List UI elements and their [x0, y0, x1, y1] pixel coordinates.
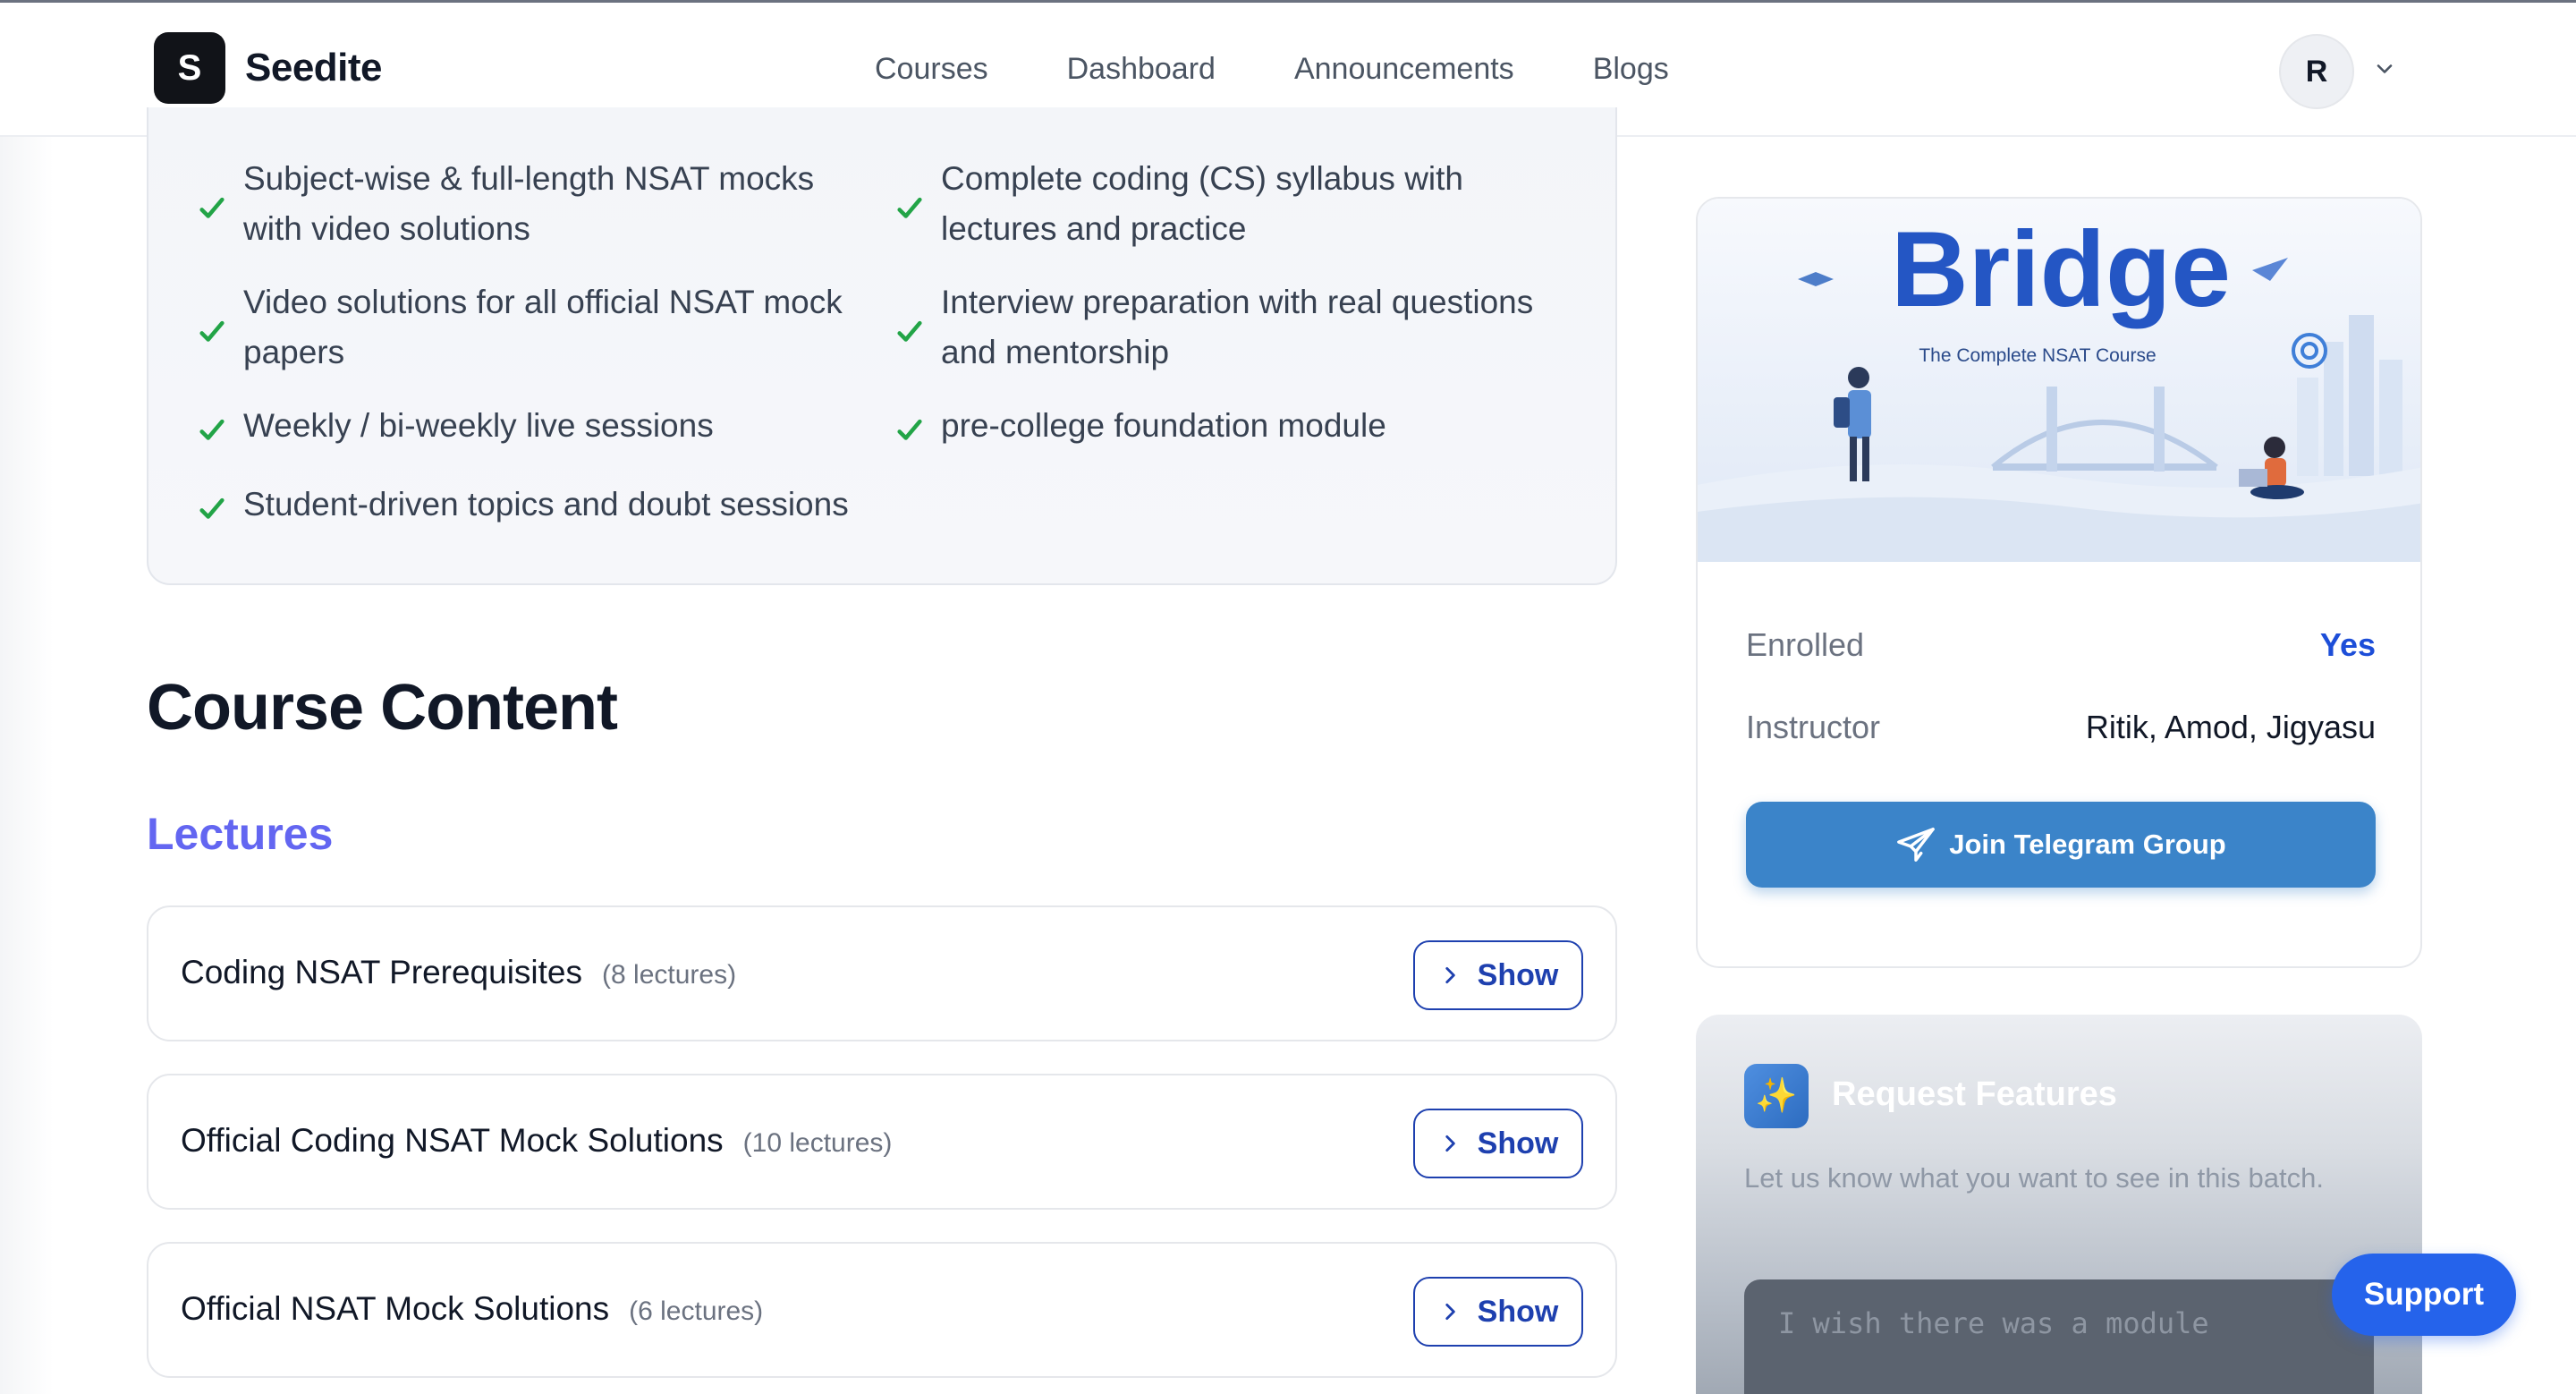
check-icon — [897, 197, 922, 218]
nav-link-announcements[interactable]: Announcements — [1294, 52, 1514, 87]
left-edge-shade — [0, 137, 54, 1394]
chevron-right-icon — [1445, 1304, 1455, 1320]
enrolled-label: Enrolled — [1746, 626, 1865, 663]
support-button[interactable]: Support — [2332, 1254, 2516, 1336]
instructor-label: Instructor — [1746, 709, 1881, 745]
feature-text: Interview preparation with real question… — [941, 284, 1534, 370]
check-icon — [199, 320, 225, 342]
enrolled-row: Enrolled Yes — [1746, 626, 2376, 664]
show-button[interactable]: Show — [1413, 1277, 1583, 1347]
module-row: Official Coding NSAT Mock Solutions (10 l… — [147, 1074, 1617, 1210]
feature-text: pre-college foundation module — [941, 407, 1386, 444]
module-title: Official NSAT Mock Solutions (6 lectures) — [181, 1290, 763, 1328]
check-icon — [897, 320, 922, 342]
telegram-icon — [1897, 828, 1936, 862]
show-label: Show — [1477, 1126, 1559, 1160]
instructor-row: Instructor Ritik, Amod, Jigyasu — [1746, 709, 2376, 746]
brand-logo: S — [154, 32, 225, 104]
banner-subtitle: The Complete NSAT Course — [1919, 345, 2156, 366]
module-row: Coding NSAT Prerequisites (8 lectures) Sh… — [147, 905, 1617, 1041]
feature-item: Subject-wise & full-length NSAT mocks wi… — [197, 154, 859, 254]
feature-text: Weekly / bi-weekly live sessions — [243, 407, 714, 444]
lecture-count: (8 lectures) — [602, 960, 737, 990]
module-title: Official Coding NSAT Mock Solutions (10 l… — [181, 1122, 892, 1160]
module-name: Official NSAT Mock Solutions — [181, 1290, 610, 1327]
feature-request-input[interactable] — [1744, 1279, 2374, 1394]
telegram-label: Join Telegram Group — [1949, 829, 2226, 860]
check-icon — [199, 497, 225, 519]
nav-link-blogs[interactable]: Blogs — [1593, 52, 1669, 87]
feature-item: Interview preparation with real question… — [894, 277, 1556, 378]
lecture-count: (10 lectures) — [742, 1128, 893, 1158]
show-button[interactable]: Show — [1413, 1109, 1583, 1178]
nav-links: Courses Dashboard Announcements Blogs — [875, 52, 1748, 87]
chevron-right-icon — [1445, 967, 1455, 983]
chevron-down-icon[interactable] — [2372, 56, 2397, 81]
feature-text: Subject-wise & full-length NSAT mocks wi… — [243, 160, 815, 247]
enrolled-value: Yes — [2319, 626, 2376, 663]
brand-name: Seedite — [245, 46, 383, 89]
nav-link-dashboard[interactable]: Dashboard — [1067, 52, 1216, 87]
brand[interactable]: S Seedite — [154, 32, 383, 104]
banner-title: Bridge — [1891, 209, 2231, 329]
feature-item: Video solutions for all official NSAT mo… — [197, 277, 859, 378]
course-info-card: Bridge The Complete NSAT Course Enrolled… — [1696, 197, 2422, 968]
request-description: Let us know what you want to see in this… — [1744, 1162, 2324, 1194]
check-icon — [897, 419, 922, 440]
course-banner-image: Bridge The Complete NSAT Course — [1698, 199, 2420, 562]
course-features-panel: Subject-wise & full-length NSAT mocks wi… — [147, 107, 1617, 585]
check-icon — [199, 197, 225, 218]
nav-link-courses[interactable]: Courses — [875, 52, 988, 87]
feature-item: Weekly / bi-weekly live sessions — [197, 401, 859, 451]
feature-text: Video solutions for all official NSAT mo… — [243, 284, 843, 370]
show-button[interactable]: Show — [1413, 940, 1583, 1010]
check-icon — [199, 419, 225, 440]
course-content-title: Course Content — [147, 672, 618, 744]
feature-text: Complete coding (CS) syllabus with lectu… — [941, 160, 1464, 247]
module-row: Official NSAT Mock Solutions (6 lectures)… — [147, 1242, 1617, 1378]
instructor-value: Ritik, Amod, Jigyasu — [2085, 709, 2376, 745]
sparkles-icon: ✨ — [1744, 1064, 1809, 1128]
feature-item: Complete coding (CS) syllabus with lectu… — [894, 154, 1556, 254]
user-avatar[interactable]: R — [2279, 34, 2354, 109]
show-label: Show — [1477, 1294, 1559, 1329]
module-title: Coding NSAT Prerequisites (8 lectures) — [181, 954, 736, 991]
chevron-right-icon — [1445, 1135, 1455, 1152]
request-features-card: ✨ Request Features Let us know what you … — [1696, 1015, 2422, 1394]
lectures-heading: Lectures — [147, 809, 334, 859]
feature-item: pre-college foundation module — [894, 401, 1556, 451]
feature-text: Student-driven topics and doubt sessions — [243, 486, 849, 523]
module-name: Coding NSAT Prerequisites — [181, 954, 583, 990]
module-name: Official Coding NSAT Mock Solutions — [181, 1122, 724, 1159]
request-title: Request Features — [1832, 1075, 2117, 1113]
show-label: Show — [1477, 957, 1559, 992]
feature-item: Student-driven topics and doubt sessions — [197, 480, 859, 530]
lecture-count: (6 lectures) — [629, 1296, 764, 1326]
join-telegram-button[interactable]: Join Telegram Group — [1746, 802, 2376, 888]
